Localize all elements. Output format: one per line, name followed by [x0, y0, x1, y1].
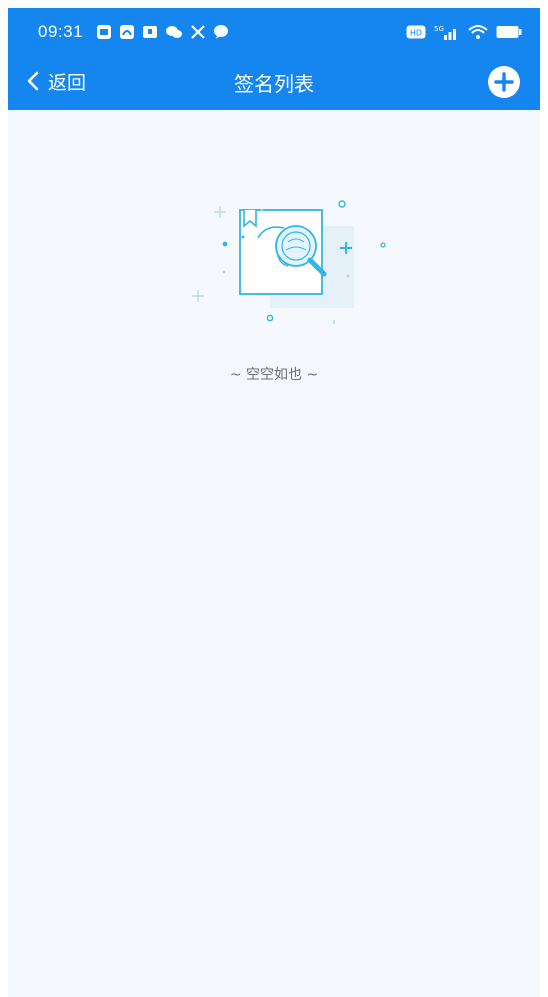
hd-icon: HD: [406, 25, 426, 39]
tools-icon: [191, 25, 205, 39]
empty-illustration: [178, 186, 388, 326]
page-title: 签名列表: [234, 72, 314, 96]
app-screen: 09:31 HD 5G 返回 签名列表 ~ 空空如也 ~: [8, 8, 540, 997]
status-time: 09:31: [38, 22, 84, 41]
status-bar: 09:31 HD 5G: [8, 8, 540, 54]
wifi-icon: [468, 25, 488, 39]
system-icons: HD 5G: [406, 24, 522, 40]
svg-text:HD: HD: [410, 29, 422, 38]
battery-icon: [496, 26, 522, 38]
header: 09:31 HD 5G 返回 签名列表: [8, 8, 540, 110]
svg-text:5G: 5G: [434, 25, 444, 33]
navigation-bar: 返回 签名列表: [8, 54, 540, 110]
chat-icon: [143, 26, 157, 38]
empty-message: ~ 空空如也 ~: [229, 367, 319, 383]
add-signature-button[interactable]: [488, 66, 520, 98]
5g-signal-icon: 5G: [434, 25, 456, 40]
speech-bubble-icon: [214, 25, 228, 39]
notification-icons: [96, 24, 229, 40]
plus-circle-icon: [494, 72, 514, 92]
document-magnifier-icon: [192, 200, 386, 324]
wechat-icon: [166, 26, 182, 38]
app-icon: [120, 25, 134, 39]
message-square-icon: [97, 25, 111, 39]
